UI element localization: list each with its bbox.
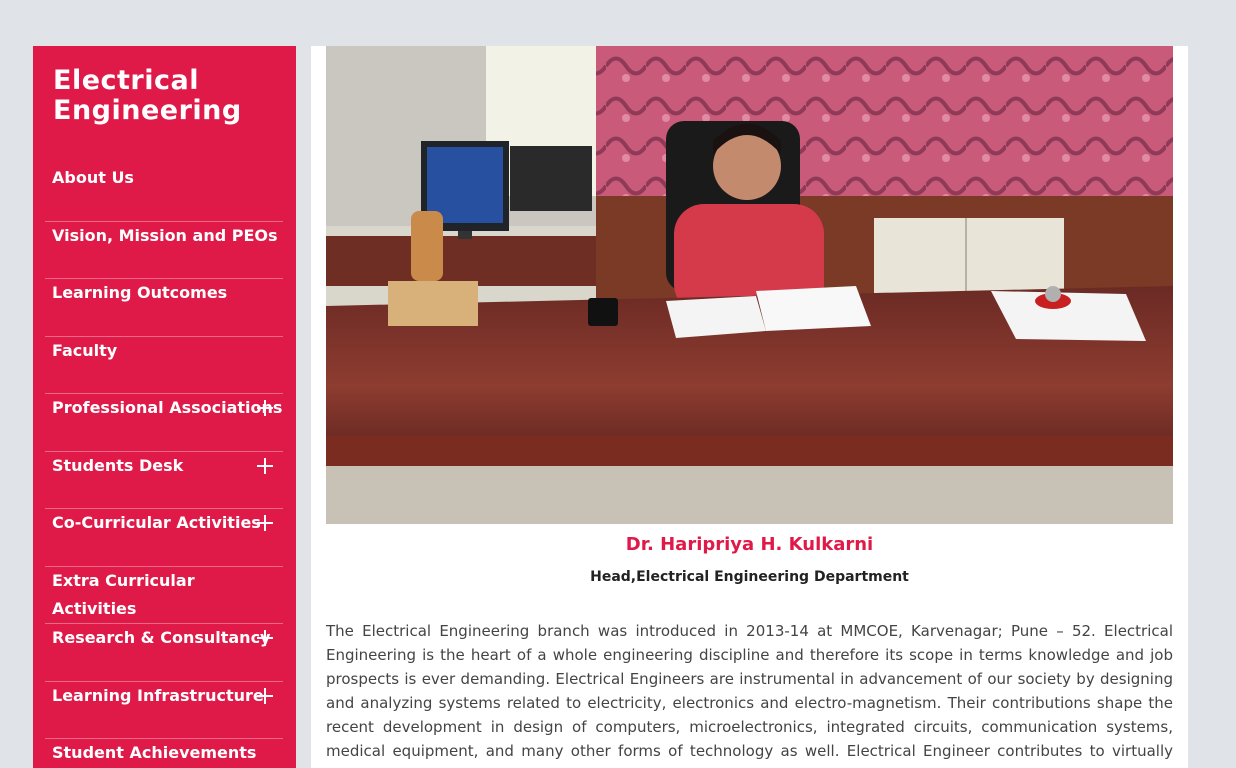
sidebar-item-label[interactable]: Student Achievements <box>52 739 256 767</box>
sidebar-item-student-achievements[interactable]: Student Achievements <box>45 739 283 768</box>
sidebar-item-students-desk[interactable]: Students Desk <box>45 452 283 509</box>
sidebar-item-research-consultancy[interactable]: Research & Consultancy <box>45 624 283 682</box>
sidebar-menu: About Us Vision, Mission and PEOs Learni… <box>33 164 296 768</box>
expand-plus-icon[interactable] <box>257 457 273 474</box>
department-description: The Electrical Engineering branch was in… <box>326 622 1173 768</box>
sidebar-item-label[interactable]: About Us <box>52 164 134 192</box>
expand-plus-icon[interactable] <box>257 687 273 704</box>
sidebar-item-learning-infrastructure[interactable]: Learning Infrastructure <box>45 682 283 739</box>
sidebar-item-label[interactable]: Learning Infrastructure <box>52 682 264 710</box>
sidebar-item-learning-outcomes[interactable]: Learning Outcomes <box>45 279 283 337</box>
hod-name: Dr. Haripriya H. Kulkarni <box>625 534 874 555</box>
sidebar-item-extra-curricular[interactable]: Extra Curricular Activities <box>45 567 283 624</box>
sidebar: Electrical Engineering About Us Vision, … <box>33 46 296 768</box>
sidebar-item-label[interactable]: Extra Curricular Activities <box>52 567 283 623</box>
expand-plus-icon[interactable] <box>257 515 273 531</box>
sidebar-item-professional-associations[interactable]: Professional Associations <box>45 394 283 452</box>
expand-plus-icon[interactable] <box>257 630 273 646</box>
sidebar-item-label[interactable]: Co-Curricular Activities <box>52 509 261 537</box>
sidebar-item-co-curricular[interactable]: Co-Curricular Activities <box>45 509 283 567</box>
sidebar-title: Electrical Engineering <box>53 65 242 126</box>
sidebar-item-about-us[interactable]: About Us <box>45 164 283 222</box>
sidebar-item-label[interactable]: Vision, Mission and PEOs <box>52 222 278 250</box>
sidebar-item-faculty[interactable]: Faculty <box>45 337 283 394</box>
main-content: Dr. Haripriya H. Kulkarni Head,Electrica… <box>311 46 1188 768</box>
hod-role: Head,Electrical Engineering Department <box>590 569 909 585</box>
sidebar-item-label[interactable]: Research & Consultancy <box>52 624 270 652</box>
sidebar-item-label[interactable]: Learning Outcomes <box>52 279 227 307</box>
hod-photo <box>326 46 1173 524</box>
sidebar-item-label[interactable]: Students Desk <box>52 452 183 480</box>
sidebar-item-label[interactable]: Faculty <box>52 337 117 365</box>
sidebar-item-label[interactable]: Professional Associations <box>52 394 282 422</box>
expand-plus-icon[interactable] <box>257 400 273 416</box>
sidebar-item-vision-mission[interactable]: Vision, Mission and PEOs <box>45 222 283 279</box>
